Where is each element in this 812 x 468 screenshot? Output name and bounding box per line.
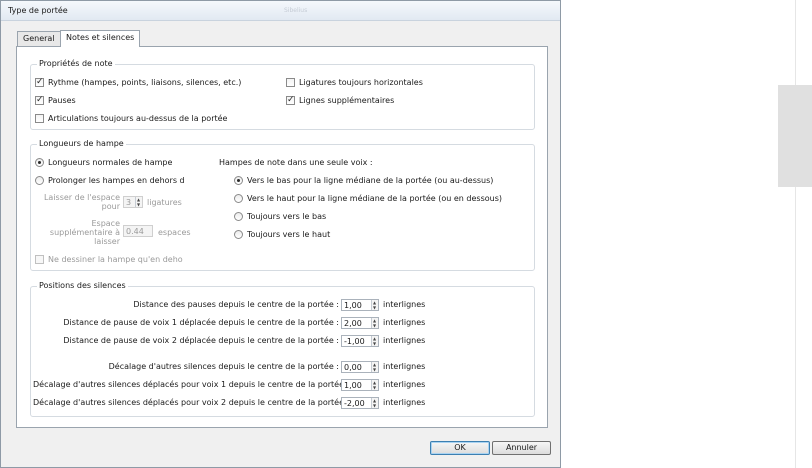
voice1-rest-stepper[interactable]: 2,00 ▲ ▼ (341, 317, 379, 329)
arrow-down-icon: ▼ (373, 403, 377, 408)
extend-stems-label: Prolonger les hampes en dehors d (48, 176, 185, 185)
unit-label: interlignes (383, 362, 426, 371)
articulations-above-checkbox[interactable] (35, 114, 44, 123)
staff-type-dialog: Type de portée Sibelius General Notes et… (0, 0, 561, 468)
unit-label: interlignes (383, 398, 426, 407)
arrow-down-icon: ▼ (373, 367, 377, 372)
extra-space-label-2: supplémentaire à (49, 228, 120, 237)
other-rests-voice1-stepper[interactable]: 1,00 ▲ ▼ (341, 379, 379, 391)
extra-space-label: Espace (91, 219, 120, 228)
background-window-title: Sibelius (284, 7, 308, 14)
rhythm-checkbox[interactable]: ✓ (35, 77, 44, 87)
stepper-arrows[interactable]: ▲ ▼ (371, 336, 378, 346)
extra-space-value: 0.44 (126, 227, 144, 236)
beams-horizontal-label: Ligatures toujours horizontales (299, 78, 423, 87)
stepper-arrows[interactable]: ▲ ▼ (371, 300, 378, 310)
extra-space-stepper[interactable]: 0.44 (123, 225, 153, 237)
beams-horizontal-checkbox[interactable] (286, 78, 295, 87)
ledger-lines-label: Lignes supplémentaires (299, 96, 395, 105)
pauses-label: Pauses (48, 96, 76, 105)
stem-lengths-group: Longueurs de hampe Longueurs normales de… (30, 139, 535, 271)
rest-row-label: Distance de pause de voix 1 déplacée dep… (63, 318, 339, 327)
note-properties-legend: Propriétés de note (37, 59, 115, 68)
arrow-down-icon: ▼ (137, 202, 141, 207)
leave-space-label-2: pour (101, 202, 120, 211)
stem-down-middle-radio[interactable] (234, 176, 243, 185)
unit-label: interlignes (383, 380, 426, 389)
stem-always-up-radio[interactable] (234, 230, 243, 239)
ok-button[interactable]: OK (430, 441, 490, 455)
leave-space-label: Laisser de l'espace (43, 193, 120, 202)
rest-positions-legend: Positions des silences (37, 281, 128, 290)
pauses-checkbox[interactable]: ✓ (35, 95, 44, 105)
rest-positions-group: Positions des silences Distance des paus… (30, 281, 535, 417)
stem-always-up-label: Toujours vers le haut (247, 230, 331, 239)
check-icon: ✓ (287, 95, 295, 105)
stem-up-middle-radio[interactable] (234, 194, 243, 203)
rest-distance-value: 1,00 (344, 301, 362, 310)
note-properties-group: Propriétés de note ✓ Rythme (hampes, poi… (30, 59, 535, 130)
rhythm-label: Rythme (hampes, points, liaisons, silenc… (48, 78, 242, 87)
normal-stem-label: Longueurs normales de hampe (48, 158, 173, 167)
extra-space-unit-label: espaces (158, 228, 191, 237)
extend-stems-radio[interactable] (35, 176, 44, 185)
tab-general[interactable]: General (17, 31, 61, 46)
unit-label: interlignes (383, 336, 426, 345)
arrow-down-icon: ▼ (373, 385, 377, 390)
rest-distance-stepper[interactable]: 1,00 ▲ ▼ (341, 299, 379, 311)
other-rests-value: 0,00 (344, 363, 362, 372)
radio-dot (237, 179, 240, 182)
draw-stem-outside-label: Ne dessiner la hampe qu'en deho (48, 255, 183, 264)
rest-row-label: Distance de pause de voix 2 déplacée dep… (63, 336, 339, 345)
beams-unit-label: ligatures (147, 198, 182, 207)
ledger-lines-checkbox[interactable]: ✓ (286, 95, 295, 105)
radio-dot (38, 161, 41, 164)
cancel-button[interactable]: Annuler (492, 441, 551, 455)
other-rests-voice2-stepper[interactable]: -2,00 ▲ ▼ (341, 397, 379, 409)
background-divider (795, 0, 796, 468)
background-panel-tab (778, 85, 812, 187)
tab-panel: Propriétés de note ✓ Rythme (hampes, poi… (16, 46, 548, 428)
tab-notes-and-rests[interactable]: Notes et silences (60, 30, 141, 47)
stepper-arrows[interactable]: ▲ ▼ (371, 398, 378, 408)
stem-up-middle-label: Vers le haut pour la ligne médiane de la… (247, 194, 502, 203)
stepper-arrows[interactable]: ▲ ▼ (135, 197, 142, 207)
check-icon: ✓ (36, 77, 44, 87)
draw-stem-outside-checkbox[interactable] (35, 255, 44, 264)
rest-row-label: Décalage d'autres silences déplacés pour… (33, 380, 350, 389)
other-rests-stepper[interactable]: 0,00 ▲ ▼ (341, 361, 379, 373)
stem-down-middle-label: Vers le bas pour la ligne médiane de la … (247, 176, 494, 185)
other-rests-voice2-value: -2,00 (344, 399, 365, 408)
stepper-arrows[interactable]: ▲ ▼ (371, 362, 378, 372)
unit-label: interlignes (383, 300, 426, 309)
extra-space-label-3: laisser (94, 237, 120, 246)
articulations-above-label: Articulations toujours au-dessus de la p… (48, 114, 228, 123)
stem-always-down-label: Toujours vers le bas (247, 212, 327, 221)
beams-space-stepper[interactable]: 3 ▲ ▼ (123, 196, 143, 208)
stem-always-down-radio[interactable] (234, 212, 243, 221)
arrow-down-icon: ▼ (373, 341, 377, 346)
beams-space-value: 3 (126, 198, 132, 207)
voice2-rest-value: -1,00 (344, 337, 365, 346)
voice1-rest-value: 2,00 (344, 319, 362, 328)
voice2-rest-stepper[interactable]: -1,00 ▲ ▼ (341, 335, 379, 347)
arrow-down-icon: ▼ (373, 323, 377, 328)
normal-stem-radio[interactable] (35, 158, 44, 167)
check-icon: ✓ (36, 95, 44, 105)
title-bar[interactable]: Type de portée Sibelius (1, 1, 560, 21)
other-rests-voice1-value: 1,00 (344, 381, 362, 390)
rest-row-label: Décalage d'autres silences depuis le cen… (108, 362, 339, 371)
unit-label: interlignes (383, 318, 426, 327)
stepper-arrows[interactable]: ▲ ▼ (371, 318, 378, 328)
stem-lengths-legend: Longueurs de hampe (37, 139, 126, 148)
rest-row-label: Distance des pauses depuis le centre de … (133, 300, 339, 309)
dialog-title: Type de portée (8, 6, 68, 15)
rest-row-label: Décalage d'autres silences déplacés pour… (33, 398, 350, 407)
single-voice-heading: Hampes de note dans une seule voix : (219, 158, 373, 167)
stepper-arrows[interactable]: ▲ ▼ (371, 380, 378, 390)
arrow-down-icon: ▼ (373, 305, 377, 310)
